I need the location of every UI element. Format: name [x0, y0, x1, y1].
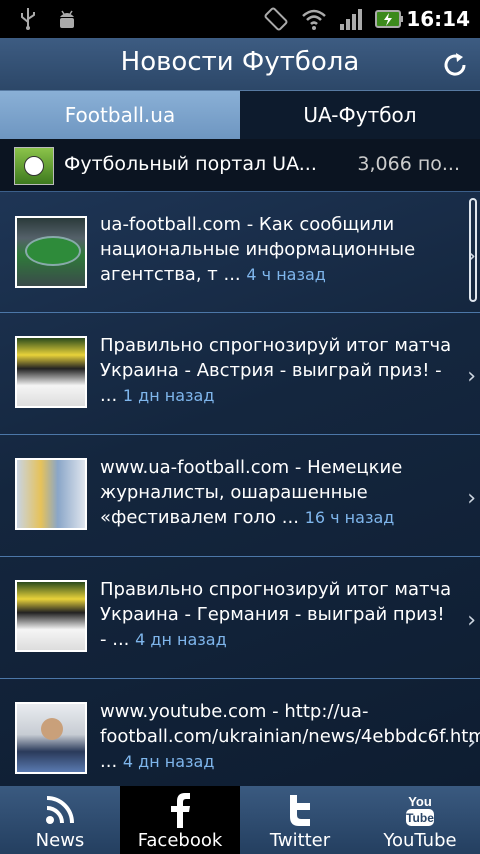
rotation-icon [262, 6, 290, 32]
news-thumbnail [15, 580, 87, 652]
nav-news-label: News [35, 830, 85, 851]
feed-scrollbar[interactable] [469, 198, 477, 302]
news-item[interactable]: Правильно спрогнозируй итог матча Украин… [0, 314, 480, 435]
portal-header[interactable]: Футбольный портал UA... 3,066 по... [0, 139, 480, 192]
news-feed[interactable]: ua-football.com - Как сообщили националь… [0, 192, 480, 786]
chevron-right-icon: › [467, 364, 476, 389]
status-time: 16:14 [406, 7, 470, 31]
nav-facebook-label: Facebook [137, 830, 223, 851]
youtube-icon: You Tube [360, 792, 480, 828]
wifi-icon [300, 6, 328, 32]
usb-icon [16, 6, 40, 32]
chevron-right-icon: › [467, 608, 476, 633]
soccer-ball-icon [24, 156, 44, 176]
nav-youtube[interactable]: You Tube YouTube [360, 786, 480, 854]
news-thumbnail [15, 336, 87, 408]
news-item[interactable]: ua-football.com - Как сообщили националь… [0, 192, 480, 313]
source-tabs: Football.ua UA-Футбол [0, 91, 480, 139]
nav-twitter-label: Twitter [269, 830, 331, 851]
status-bar: 16:14 [0, 0, 480, 38]
nav-youtube-label: YouTube [383, 830, 457, 851]
news-thumbnail [15, 458, 87, 530]
battery-icon [374, 6, 404, 32]
app-title-bar: Новости Футбола [0, 38, 480, 91]
news-time: 4 дн назад [135, 630, 227, 649]
nav-facebook[interactable]: Facebook [120, 786, 240, 854]
news-item[interactable]: Правильно спрогнозируй итог матча Украин… [0, 558, 480, 679]
chevron-right-icon: › [467, 486, 476, 511]
refresh-icon[interactable] [440, 50, 470, 80]
news-time: 4 ч назад [246, 265, 326, 284]
svg-text:You: You [408, 794, 432, 809]
news-item[interactable]: www.ua-football.com - Немецкие журналист… [0, 436, 480, 557]
news-time: 4 дн назад [122, 752, 215, 771]
rss-icon [0, 792, 120, 828]
news-time: 1 дн назад [122, 386, 215, 405]
news-thumbnail [15, 702, 87, 774]
chevron-right-icon: › [467, 730, 476, 755]
person-image [41, 718, 63, 740]
nav-twitter[interactable]: Twitter [240, 786, 360, 854]
svg-text:Tube: Tube [406, 811, 434, 825]
android-debug-icon [54, 6, 80, 32]
portal-logo [14, 147, 54, 185]
news-item[interactable]: www.youtube.com - http://ua-football.com… [0, 680, 480, 786]
tab-football-ua[interactable]: Football.ua [0, 91, 240, 139]
stadium-image [25, 236, 81, 266]
news-time: 16 ч назад [304, 508, 395, 527]
news-thumbnail [15, 216, 87, 288]
twitter-icon [240, 792, 360, 828]
bottom-navigation: News Facebook Twitter You Tube YouTube [0, 786, 480, 854]
portal-name: Футбольный портал UA... [64, 153, 317, 175]
portal-count: 3,066 по... [357, 153, 460, 175]
tab-ua-football[interactable]: UA-Футбол [240, 91, 480, 139]
nav-news[interactable]: News [0, 786, 120, 854]
facebook-icon [120, 792, 240, 828]
app-title: Новости Футбола [120, 47, 360, 77]
signal-icon [338, 6, 364, 32]
